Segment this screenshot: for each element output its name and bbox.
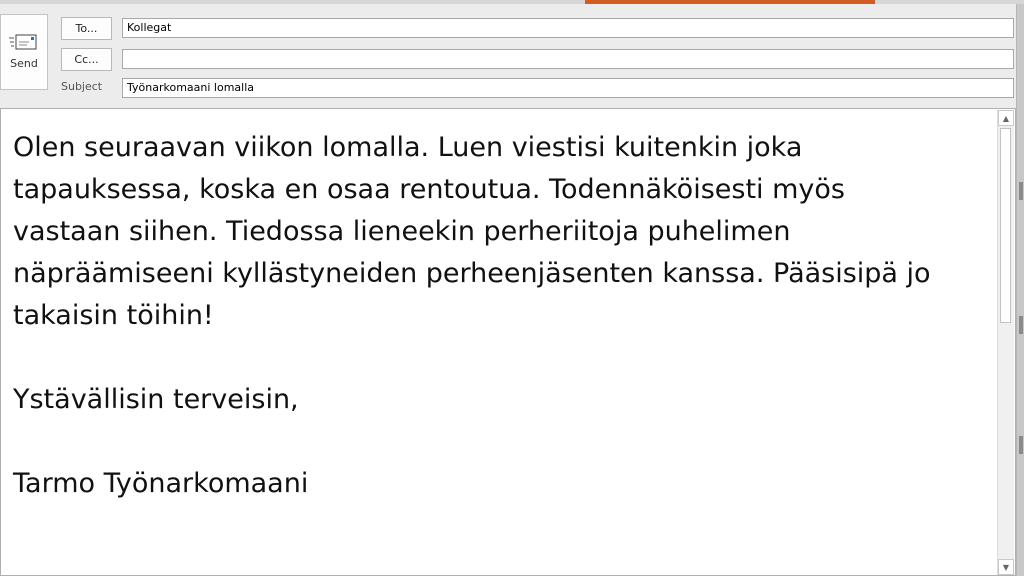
subject-label: Subject — [61, 80, 103, 93]
send-mail-icon — [9, 33, 39, 53]
message-body-editor[interactable]: Olen seuraavan viikon lomalla. Luen vies… — [0, 108, 1016, 576]
side-panel-marker — [1019, 182, 1023, 200]
scroll-up-arrow-icon[interactable]: ▲ — [998, 110, 1014, 126]
scroll-down-arrow-icon[interactable]: ▼ — [998, 559, 1014, 575]
window-top-border — [0, 0, 1024, 4]
to-button[interactable]: To... — [61, 17, 112, 40]
to-field[interactable]: Kollegat — [122, 18, 1014, 38]
cc-button[interactable]: Cc... — [61, 48, 112, 71]
title-accent-bar — [585, 0, 875, 4]
scrollbar-thumb[interactable] — [1000, 128, 1011, 323]
send-button-label: Send — [10, 57, 38, 70]
send-button[interactable]: Send — [0, 14, 48, 90]
vertical-scrollbar[interactable]: ▲ ▼ — [997, 110, 1014, 575]
side-panel-marker — [1019, 436, 1023, 454]
cc-field[interactable] — [122, 49, 1014, 69]
side-panel-edge — [1016, 4, 1024, 576]
message-body-text[interactable]: Olen seuraavan viikon lomalla. Luen vies… — [13, 127, 988, 505]
subject-field[interactable]: Työnarkomaani lomalla — [122, 78, 1014, 98]
side-panel-marker — [1019, 316, 1023, 334]
